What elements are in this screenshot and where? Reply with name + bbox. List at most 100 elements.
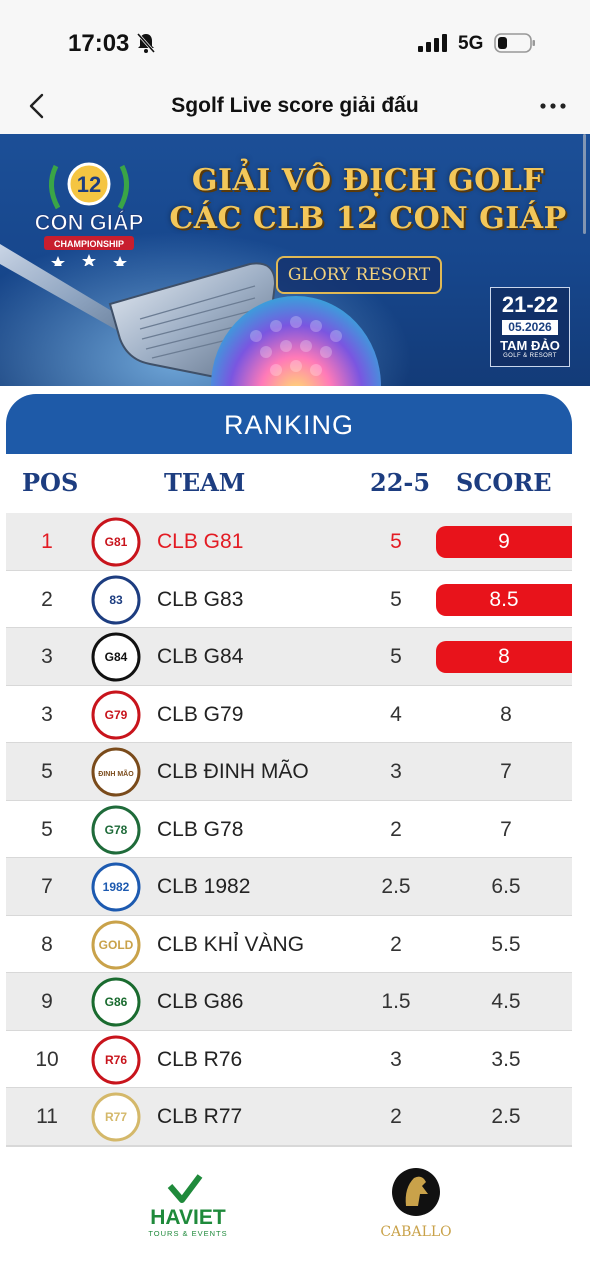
row-position: 2	[41, 587, 53, 611]
sponsor-footer: HAVIET TOURS & EVENTS CABALLO	[0, 1150, 590, 1280]
team-logo: R76	[91, 1035, 141, 1084]
haviet-logo[interactable]: HAVIET TOURS & EVENTS	[130, 1168, 246, 1242]
team-logo: 83	[91, 575, 141, 624]
round-score: 1.5	[381, 990, 411, 1013]
table-row[interactable]: 5 G78 CLB G78 2 7	[6, 801, 572, 858]
team-logo: G78	[91, 805, 141, 854]
round-score: 5	[390, 645, 402, 668]
round-score: 3	[390, 760, 402, 783]
team-name: CLB G84	[157, 645, 244, 668]
team-logo-text: 83	[109, 593, 123, 607]
team-name: CLB ĐINH MÃO	[157, 760, 309, 783]
column-header-score: SCORE	[456, 468, 552, 497]
row-position: 8	[41, 932, 53, 956]
round-score: 5	[390, 530, 402, 553]
team-logo-text: 1982	[103, 880, 130, 894]
team-logo-text: ĐINH MÃO	[98, 769, 134, 778]
team-logo: G86	[91, 977, 141, 1027]
status-time: 17:03	[68, 30, 130, 57]
golf-ball-graphic	[211, 296, 381, 386]
caballo-logo[interactable]: CABALLO	[374, 1158, 458, 1244]
team-logo-text: G79	[105, 708, 128, 722]
banner-scrollbar[interactable]	[583, 134, 586, 234]
event-date-box: 21-22 05.2026 TAM ĐẢO GOLF & RESORT	[490, 287, 570, 367]
table-row[interactable]: 10 R76 CLB R76 3 3.5	[6, 1031, 572, 1088]
row-position: 11	[36, 1105, 58, 1128]
team-logo: R77	[91, 1092, 141, 1142]
round-score: 3	[390, 1047, 402, 1071]
ranking-header: RANKING	[6, 394, 572, 454]
logo-number: 12	[77, 172, 101, 197]
column-header-pos: POS	[22, 468, 79, 497]
bell-muted-icon	[136, 33, 156, 53]
table-row[interactable]: 3 G79 CLB G79 4 8	[6, 686, 572, 743]
team-logo: G84	[91, 632, 141, 682]
team-logo: G79	[91, 690, 141, 739]
team-name: CLB R77	[157, 1105, 243, 1128]
team-name: CLB G83	[157, 587, 244, 611]
team-logo-text: R76	[105, 1053, 127, 1067]
total-score: 3.5	[491, 1047, 521, 1071]
team-name: CLB KHỈ VÀNG	[157, 932, 305, 956]
total-score: 2.5	[491, 1105, 521, 1128]
row-position: 3	[41, 702, 53, 726]
total-score: 7	[500, 760, 512, 783]
resort-badge: GLORY RESORT	[276, 256, 442, 294]
table-row[interactable]: 9 G86 CLB G86 1.5 4.5	[6, 973, 572, 1031]
table-row[interactable]: 1 G81 CLB G81 5 9	[6, 513, 572, 571]
team-logo: 1982	[91, 862, 141, 912]
team-logo-text: G81	[105, 535, 128, 549]
team-name: CLB 1982	[157, 875, 251, 898]
banner-title-line1: GIẢI VÔ ĐỊCH GOLF	[191, 163, 545, 198]
table-row[interactable]: 2 83 CLB G83 5 8.5	[6, 571, 572, 628]
total-score: 6.5	[491, 875, 521, 898]
table-row[interactable]: 8 GOLD CLB KHỈ VÀNG 2 5.5	[6, 916, 572, 973]
signal-icon	[418, 34, 447, 52]
team-logo-text: R77	[105, 1110, 127, 1124]
table-row[interactable]: 11 R77 CLB R77 2 2.5	[6, 1088, 572, 1146]
team-logo-text: G78	[105, 823, 128, 837]
score-badge: 8	[436, 641, 572, 673]
total-score: 4.5	[491, 990, 521, 1013]
status-bar: 17:03 5G	[0, 0, 590, 80]
total-score: 8	[500, 702, 512, 726]
event-place: TAM ĐẢO	[500, 338, 560, 353]
team-name: CLB G79	[157, 702, 244, 726]
total-score: 7	[500, 817, 512, 841]
page-title: Sgolf Live score giải đấu	[171, 94, 419, 117]
team-name: CLB R76	[157, 1047, 243, 1071]
date-range: 21-22	[501, 292, 559, 317]
column-header-team: TEAM	[164, 468, 246, 497]
ranking-table: 1 G81 CLB G81 5 9 2 83 CLB G83 5 8.5 3 G84 CLB G84 5 8…	[6, 513, 572, 1146]
team-logo-text: G86	[105, 995, 128, 1009]
banner-title: GIẢI VÔ ĐỊCH GOLF CÁC CLB 12 CON GIÁP	[168, 162, 568, 238]
battery-icon	[494, 33, 535, 53]
round-score: 2	[390, 1105, 402, 1128]
table-row[interactable]: 7 1982 CLB 1982 2.5 6.5	[6, 858, 572, 916]
team-name: CLB G86	[157, 990, 244, 1013]
column-header-round: 22-5	[370, 468, 431, 497]
round-score: 2	[390, 817, 402, 841]
sponsor2-name: CABALLO	[380, 1224, 451, 1240]
row-position: 3	[41, 645, 53, 668]
table-row[interactable]: 5 ĐINH MÃO CLB ĐINH MÃO 3 7	[6, 743, 572, 801]
row-position: 5	[41, 817, 53, 841]
row-position: 5	[41, 760, 53, 783]
team-logo: ĐINH MÃO	[91, 747, 141, 797]
row-position: 9	[41, 990, 53, 1013]
round-score: 4	[390, 702, 402, 726]
table-row[interactable]: 3 G84 CLB G84 5 8	[6, 628, 572, 686]
sponsor1-sub: TOURS & EVENTS	[148, 1229, 227, 1238]
event-place-sub: GOLF & RESORT	[503, 353, 557, 359]
score-badge: 9	[436, 526, 572, 558]
more-horizontal-icon[interactable]	[540, 102, 566, 110]
team-logo: G81	[91, 517, 141, 567]
round-score: 2.5	[381, 875, 411, 898]
team-logo-text: G84	[105, 650, 128, 664]
team-logo: GOLD	[91, 920, 141, 969]
date-month: 05.2026	[502, 320, 558, 335]
round-score: 5	[390, 587, 402, 611]
nav-bar: Sgolf Live score giải đấu	[0, 80, 590, 134]
team-name: CLB G78	[157, 817, 244, 841]
row-position: 10	[35, 1047, 59, 1071]
